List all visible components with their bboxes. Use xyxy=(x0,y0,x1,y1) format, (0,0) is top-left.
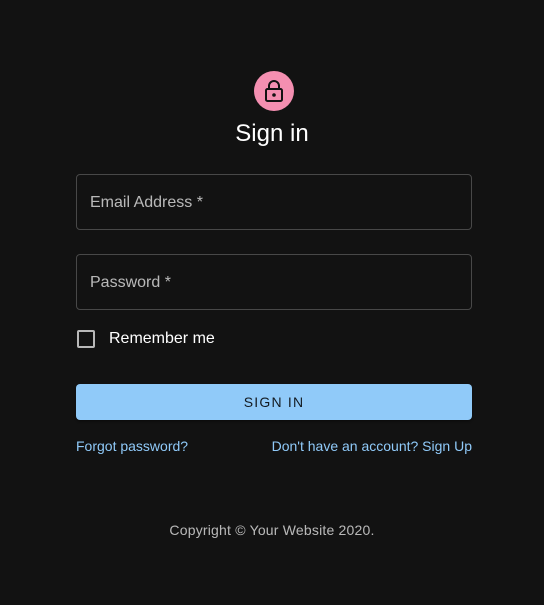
password-input[interactable] xyxy=(77,255,471,309)
sign-in-button[interactable]: SIGN IN xyxy=(76,384,472,420)
sign-up-link[interactable]: Don't have an account? Sign Up xyxy=(272,438,472,454)
avatar xyxy=(254,71,294,111)
copyright-text: Copyright © Your Website 2020. xyxy=(169,522,375,538)
page-title: Sign in xyxy=(235,120,309,147)
password-field[interactable]: Password * xyxy=(76,254,472,310)
remember-me-control[interactable]: Remember me xyxy=(77,330,215,348)
lock-outline-icon xyxy=(264,80,284,102)
email-input[interactable] xyxy=(77,175,471,229)
forgot-password-link[interactable]: Forgot password? xyxy=(76,438,188,454)
remember-me-label[interactable]: Remember me xyxy=(109,330,215,348)
sign-in-page: Sign in Email Address * Password * Remem… xyxy=(0,0,544,605)
remember-me-checkbox[interactable] xyxy=(77,330,95,348)
email-field[interactable]: Email Address * xyxy=(76,174,472,230)
